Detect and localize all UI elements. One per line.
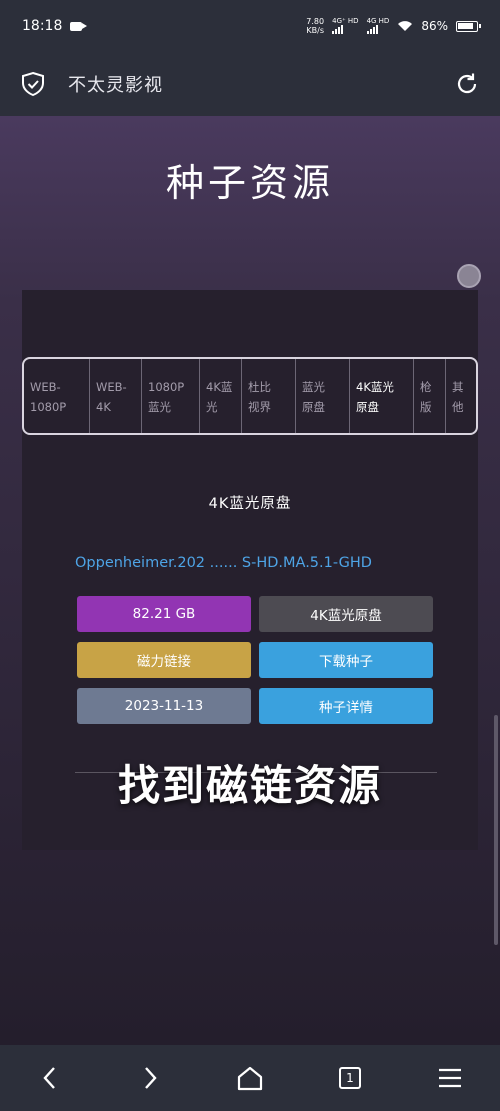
scrollbar[interactable] (494, 715, 498, 945)
tab-web-1080p[interactable]: WEB- 1080P (24, 359, 90, 433)
signal-1: 4G⁺ HD (332, 16, 359, 36)
caption-overlay: 找到磁链资源 (117, 761, 382, 810)
section-label: 4K蓝光原盘 (208, 496, 292, 512)
tab-label: WEB- 4K (96, 380, 127, 414)
tab-label: 4K蓝光 原盘 (356, 380, 394, 414)
tab-label: 1080P 蓝光 (148, 380, 185, 414)
app-title: 不太灵影视 (68, 75, 163, 96)
signal-2-label: 4G HD (366, 16, 390, 25)
tab-label: WEB- 1080P (30, 380, 67, 414)
floating-scroll-button[interactable] (457, 264, 481, 288)
app-bar: 不太灵影视 (0, 52, 500, 116)
type-badge: 4K蓝光原盘 (259, 596, 433, 632)
status-time: 18:18 (22, 18, 63, 34)
chevron-left-icon (43, 1067, 55, 1089)
size-badge: 82.21 GB (77, 596, 251, 632)
tab-cam[interactable]: 枪 版 (414, 359, 446, 433)
signal-1-bars-icon (332, 24, 344, 36)
date-badge: 2023-11-13 (77, 688, 251, 724)
home-icon (237, 1066, 263, 1091)
tab-web-4k[interactable]: WEB- 4K (90, 359, 142, 433)
tab-4k-bluray[interactable]: 4K蓝 光 (200, 359, 242, 433)
back-button[interactable] (30, 1058, 70, 1098)
network-speed: 7.80 KB/s (306, 17, 324, 35)
refresh-icon[interactable] (454, 71, 480, 97)
signal-2: 4G HD (366, 16, 390, 36)
chevron-right-icon (145, 1067, 157, 1089)
torrent-filename[interactable]: Oppenheimer.202 ...... S-HD.MA.5.1-GHD (75, 555, 435, 571)
quality-tabs: WEB- 1080P WEB- 4K 1080P 蓝光 4K蓝 光 杜比 视界 … (22, 357, 478, 435)
tab-label: 4K蓝 光 (206, 380, 233, 414)
home-button[interactable] (230, 1058, 270, 1098)
tab-label: 杜比 视界 (248, 380, 271, 414)
bottom-nav: 1 (0, 1045, 500, 1111)
signal-1-label: 4G⁺ HD (332, 16, 359, 25)
magnet-link-button[interactable]: 磁力链接 (77, 642, 251, 678)
tab-label: 枪 版 (420, 380, 432, 414)
shield-check-icon[interactable] (20, 71, 46, 97)
tab-dolby-vision[interactable]: 杜比 视界 (242, 359, 296, 433)
forward-button[interactable] (130, 1058, 170, 1098)
tab-1080p-bluray[interactable]: 1080P 蓝光 (142, 359, 200, 433)
tab-other[interactable]: 其 他 (446, 359, 476, 433)
tab-count: 1 (339, 1067, 361, 1089)
battery-percent: 86% (421, 19, 448, 33)
battery-icon (456, 20, 481, 32)
wifi-icon (398, 21, 413, 31)
tabs-button[interactable]: 1 (330, 1058, 370, 1098)
signal-2-bars-icon (366, 24, 379, 36)
status-bar: 18:18 7.80 KB/s 4G⁺ HD 4G HD 86% (0, 0, 500, 52)
page-title: 种子资源 (165, 161, 334, 205)
tab-4k-bluray-remux[interactable]: 4K蓝光 原盘 (350, 359, 414, 433)
network-speed-unit: KB/s (306, 26, 324, 35)
tab-bluray-remux[interactable]: 蓝光 原盘 (296, 359, 350, 433)
download-torrent-button[interactable]: 下载种子 (259, 642, 433, 678)
status-right: 7.80 KB/s 4G⁺ HD 4G HD 86% (306, 16, 481, 36)
tab-label: 蓝光 原盘 (302, 380, 325, 414)
screen-record-icon (70, 21, 88, 31)
tab-label: 其 他 (452, 380, 464, 414)
network-speed-value: 7.80 (306, 17, 325, 26)
torrent-detail-button[interactable]: 种子详情 (259, 688, 433, 724)
hamburger-menu-icon (439, 1068, 461, 1088)
menu-button[interactable] (430, 1058, 470, 1098)
